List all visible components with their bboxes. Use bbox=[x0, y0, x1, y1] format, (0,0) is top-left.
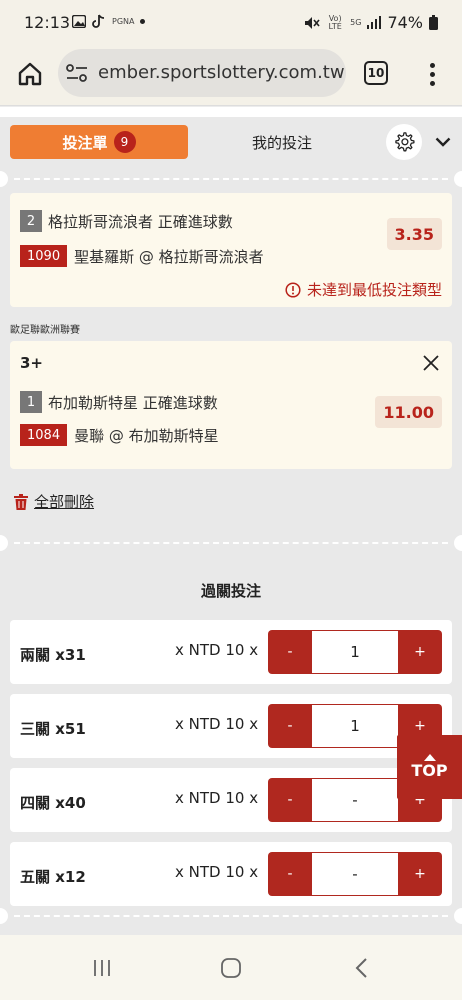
selection-label: 3+ bbox=[20, 354, 44, 372]
settings-button[interactable] bbox=[386, 124, 422, 160]
tiktok-notification-icon bbox=[92, 14, 105, 28]
bet-count-badge: 9 bbox=[113, 131, 136, 153]
top-label: TOP bbox=[411, 761, 448, 780]
browser-toolbar: ember.sportslottery.com.tw 10 bbox=[0, 44, 462, 106]
leg-number: 1 bbox=[20, 391, 42, 413]
site-settings-icon[interactable] bbox=[66, 63, 88, 83]
warning-circle-icon bbox=[285, 281, 301, 298]
bet-card: 3+ 1 布加勒斯特星 正確進球數 1084 曼聯 @ 布加勒斯特星 11.00 bbox=[10, 341, 452, 469]
image-notification-icon bbox=[72, 15, 86, 28]
parlay-row: 四關 x40 x NTD 10 x - - + bbox=[10, 768, 452, 832]
match-id: 1090 bbox=[20, 245, 68, 267]
parlay-label: 四關 x40 bbox=[20, 794, 86, 812]
system-nav-bar bbox=[0, 935, 462, 1000]
url-text: ember.sportslottery.com.tw bbox=[98, 62, 345, 83]
match-name: 聖基羅斯 @ 格拉斯哥流浪者 bbox=[74, 247, 264, 266]
back-button[interactable] bbox=[350, 957, 372, 979]
parlay-unit: x NTD 10 x bbox=[175, 789, 259, 807]
decrement-button[interactable]: - bbox=[268, 778, 312, 822]
parlay-unit: x NTD 10 x bbox=[175, 715, 259, 733]
parlay-row: 兩關 x31 x NTD 10 x - 1 + bbox=[10, 620, 452, 684]
address-bar[interactable]: ember.sportslottery.com.tw bbox=[58, 49, 346, 97]
decrement-button[interactable]: - bbox=[268, 704, 312, 748]
quantity-input[interactable]: 1 bbox=[312, 704, 398, 748]
mute-icon bbox=[305, 16, 320, 29]
decrement-button[interactable]: - bbox=[268, 630, 312, 674]
quantity-input[interactable]: 1 bbox=[312, 630, 398, 674]
divider bbox=[0, 171, 462, 187]
more-vert-icon[interactable] bbox=[420, 58, 444, 90]
warning-text: 未達到最低投注類型 bbox=[306, 281, 442, 299]
home-button[interactable] bbox=[14, 58, 46, 90]
status-bar: 12:13 PGNA Vo) LTE 5G 74% bbox=[0, 0, 462, 44]
odds-badge[interactable]: 11.00 bbox=[375, 396, 442, 428]
min-type-warning: 未達到最低投注類型 bbox=[285, 279, 442, 300]
odds-badge[interactable]: 3.35 bbox=[386, 218, 442, 250]
delete-all-button[interactable]: 全部刪除 bbox=[14, 491, 94, 512]
bet-card: 2 格拉斯哥流浪者 正確進球數 1090 聖基羅斯 @ 格拉斯哥流浪者 3.35… bbox=[10, 193, 452, 307]
match-name: 曼聯 @ 布加勒斯特星 bbox=[74, 426, 219, 445]
home-nav-icon bbox=[221, 958, 241, 978]
recents-icon bbox=[94, 960, 110, 976]
bet-slip-label: 投注單 bbox=[62, 133, 108, 152]
notif-app-label: PGNA bbox=[112, 16, 135, 26]
quantity-stepper: - - + bbox=[268, 852, 442, 896]
tab-my-bets[interactable]: 我的投注 bbox=[208, 125, 356, 159]
network-type: 5G bbox=[350, 17, 362, 27]
league-name: 歐足聯歐洲聯賽 bbox=[10, 325, 80, 336]
match-id: 1084 bbox=[20, 424, 68, 446]
tab-count: 10 bbox=[367, 66, 385, 80]
delete-all-label: 全部刪除 bbox=[34, 493, 95, 511]
increment-button[interactable]: + bbox=[398, 852, 442, 896]
bet-slip-page: 投注單 9 我的投注 2 格拉斯哥流浪者 正確進球數 1090 聖基羅斯 @ 格… bbox=[0, 107, 462, 935]
leg-number: 2 bbox=[20, 210, 42, 232]
battery-icon bbox=[429, 15, 438, 30]
parlay-row: 三關 x51 x NTD 10 x - 1 + bbox=[10, 694, 452, 758]
collapse-button[interactable] bbox=[432, 131, 454, 153]
scroll-top-button[interactable]: TOP bbox=[397, 735, 462, 799]
battery-percent: 74% bbox=[387, 13, 423, 32]
gear-icon bbox=[395, 132, 415, 152]
volte-indicator: Vo) LTE bbox=[328, 13, 342, 31]
quantity-stepper: - 1 + bbox=[268, 630, 442, 674]
signal-icon bbox=[367, 16, 382, 29]
divider bbox=[0, 535, 462, 551]
decrement-button[interactable]: - bbox=[268, 852, 312, 896]
quantity-input[interactable]: - bbox=[312, 778, 398, 822]
arrow-up-icon bbox=[423, 754, 436, 761]
quantity-input[interactable]: - bbox=[312, 852, 398, 896]
home-nav-button[interactable] bbox=[220, 957, 242, 979]
close-icon[interactable] bbox=[422, 354, 440, 372]
trash-icon bbox=[14, 493, 28, 510]
bet-market: 布加勒斯特星 正確進球數 bbox=[48, 393, 218, 412]
back-icon bbox=[355, 958, 367, 978]
parlay-unit: x NTD 10 x bbox=[175, 863, 259, 881]
parlay-unit: x NTD 10 x bbox=[175, 641, 259, 659]
status-time: 12:13 bbox=[24, 13, 71, 32]
chevron-down-icon bbox=[435, 137, 451, 147]
status-system-icons: Vo) LTE 5G 74% bbox=[304, 13, 438, 32]
parlay-label: 五關 x12 bbox=[20, 868, 86, 886]
divider bbox=[0, 908, 462, 924]
bet-market: 格拉斯哥流浪者 正確進球數 bbox=[48, 212, 233, 231]
parlay-label: 兩關 x31 bbox=[20, 646, 86, 664]
parlay-label: 三關 x51 bbox=[20, 720, 86, 738]
tabs-button[interactable]: 10 bbox=[364, 61, 388, 85]
increment-button[interactable]: + bbox=[398, 630, 442, 674]
recents-button[interactable] bbox=[91, 957, 113, 979]
parlay-row: 五關 x12 x NTD 10 x - - + bbox=[10, 842, 452, 906]
home-icon bbox=[18, 62, 42, 86]
tab-bet-slip[interactable]: 投注單 9 bbox=[10, 125, 188, 159]
status-notification-icons: PGNA bbox=[72, 14, 146, 29]
parlay-title: 過關投注 bbox=[200, 582, 261, 600]
more-notifications-dot bbox=[140, 19, 146, 24]
